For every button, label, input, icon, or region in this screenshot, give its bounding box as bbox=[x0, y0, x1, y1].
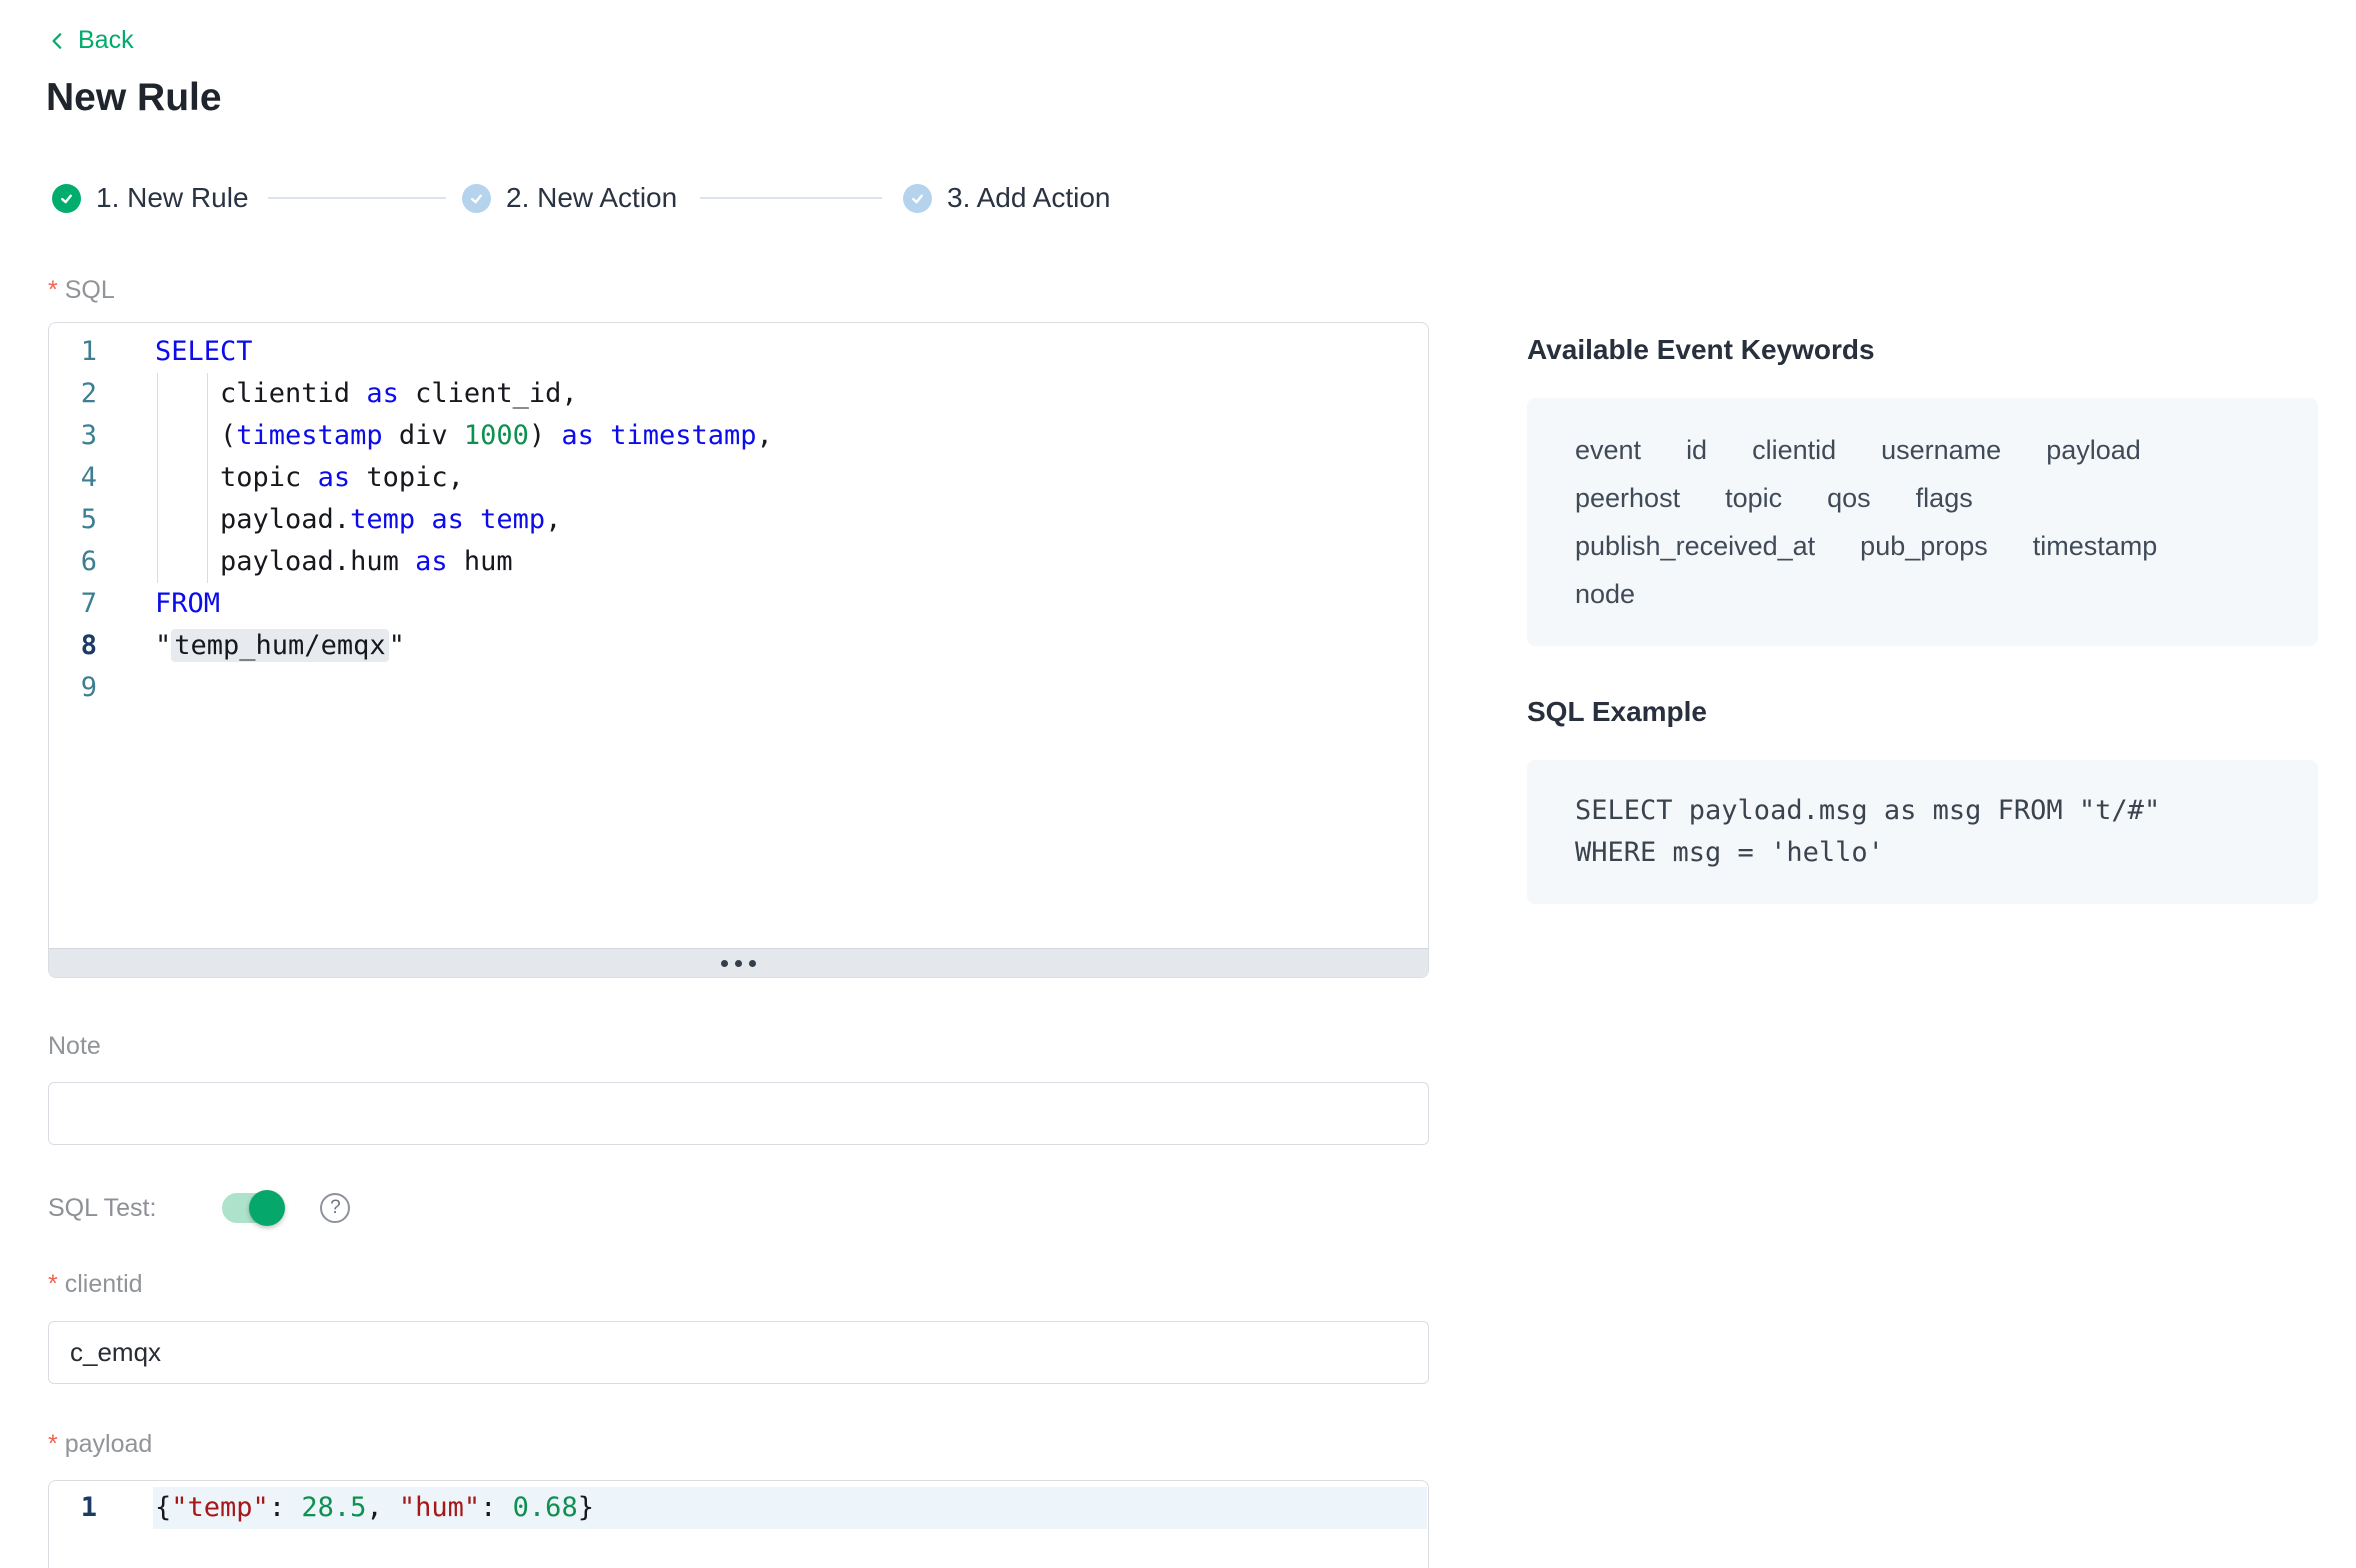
note-input[interactable] bbox=[48, 1082, 1429, 1145]
step-pending-check-icon bbox=[903, 184, 932, 213]
keyword-link-peerhost[interactable]: peerhost bbox=[1575, 474, 1680, 522]
clientid-field-label: * clientid bbox=[48, 1270, 143, 1299]
sql-test-toggle[interactable] bbox=[222, 1193, 284, 1223]
line-number: 8 bbox=[49, 625, 97, 667]
clientid-input[interactable] bbox=[48, 1321, 1429, 1384]
sql-field-label: * SQL bbox=[48, 276, 115, 305]
step-pending-check-icon bbox=[462, 184, 491, 213]
code-line: 4 topic as topic, bbox=[49, 457, 1428, 499]
required-marker: * bbox=[48, 1430, 58, 1459]
payload-code-editor[interactable]: 1{"temp": 28.5, "hum": 0.68} bbox=[48, 1480, 1429, 1568]
line-number: 5 bbox=[49, 499, 97, 541]
step-label: 1. New Rule bbox=[96, 182, 249, 214]
sql-test-label: SQL Test: bbox=[48, 1194, 156, 1223]
code-line: 7FROM bbox=[49, 583, 1428, 625]
keyword-link-username[interactable]: username bbox=[1881, 426, 2001, 474]
sql-example-line: SELECT payload.msg as msg FROM "t/#" bbox=[1575, 790, 2270, 832]
code-line: 3 (timestamp div 1000) as timestamp, bbox=[49, 415, 1428, 457]
required-marker: * bbox=[48, 276, 58, 305]
keyword-link-topic[interactable]: topic bbox=[1725, 474, 1782, 522]
editor-resize-handle[interactable] bbox=[49, 948, 1428, 977]
keyword-link-pub_props[interactable]: pub_props bbox=[1860, 522, 1988, 570]
chevron-left-icon bbox=[48, 31, 68, 51]
code-line: 1SELECT bbox=[49, 331, 1428, 373]
line-number: 9 bbox=[49, 667, 97, 709]
keyword-link-flags[interactable]: flags bbox=[1916, 474, 1973, 522]
step-label: 3. Add Action bbox=[947, 182, 1110, 214]
code-line: 9 bbox=[49, 667, 1428, 709]
line-number: 7 bbox=[49, 583, 97, 625]
keyword-link-event[interactable]: event bbox=[1575, 426, 1641, 474]
code-line: 5 payload.temp as temp, bbox=[49, 499, 1428, 541]
step-complete-check-icon bbox=[52, 184, 81, 213]
keywords-panel-title: Available Event Keywords bbox=[1527, 334, 1875, 366]
back-label: Back bbox=[78, 26, 134, 55]
sql-editor-code-area[interactable]: 1SELECT2 clientid as client_id,3 (timest… bbox=[49, 323, 1428, 950]
sql-example-panel: SELECT payload.msg as msg FROM "t/#"WHER… bbox=[1527, 760, 2318, 904]
keyword-link-clientid[interactable]: clientid bbox=[1752, 426, 1836, 474]
code-line: 8"temp_hum/emqx" bbox=[49, 625, 1428, 667]
resize-dots-icon bbox=[721, 960, 728, 967]
line-number: 1 bbox=[49, 1487, 97, 1529]
help-question-icon[interactable]: ? bbox=[320, 1193, 350, 1223]
page-title: New Rule bbox=[46, 76, 222, 120]
step-new-action: 2. New Action bbox=[462, 182, 677, 214]
line-number: 3 bbox=[49, 415, 97, 457]
required-marker: * bbox=[48, 1270, 58, 1299]
code-line: 1{"temp": 28.5, "hum": 0.68} bbox=[49, 1487, 1428, 1529]
code-line: 2 clientid as client_id, bbox=[49, 373, 1428, 415]
step-add-action: 3. Add Action bbox=[903, 182, 1110, 214]
keyword-link-payload[interactable]: payload bbox=[2046, 426, 2141, 474]
payload-field-label: * payload bbox=[48, 1430, 152, 1459]
line-number: 4 bbox=[49, 457, 97, 499]
back-link[interactable]: Back bbox=[48, 26, 134, 55]
sql-example-title: SQL Example bbox=[1527, 696, 1707, 728]
keyword-link-node[interactable]: node bbox=[1575, 570, 1635, 618]
step-connector bbox=[268, 197, 446, 199]
step-connector bbox=[700, 197, 882, 199]
step-new-rule: 1. New Rule bbox=[52, 182, 249, 214]
sql-code-editor[interactable]: 1SELECT2 clientid as client_id,3 (timest… bbox=[48, 322, 1429, 978]
step-label: 2. New Action bbox=[506, 182, 677, 214]
keyword-link-publish_received_at[interactable]: publish_received_at bbox=[1575, 522, 1815, 570]
sql-example-line: WHERE msg = 'hello' bbox=[1575, 832, 2270, 874]
note-field-label: Note bbox=[48, 1032, 101, 1061]
new-rule-page: Back New Rule 1. New Rule 2. New Action bbox=[0, 0, 2356, 1568]
line-number: 6 bbox=[49, 541, 97, 583]
code-line: 6 payload.hum as hum bbox=[49, 541, 1428, 583]
sql-test-row: SQL Test: ? bbox=[48, 1190, 350, 1226]
keyword-link-timestamp[interactable]: timestamp bbox=[2033, 522, 2158, 570]
line-number: 1 bbox=[49, 331, 97, 373]
keyword-link-qos[interactable]: qos bbox=[1827, 474, 1871, 522]
event-keywords-panel: eventid clientid username payload peerhost to… bbox=[1527, 398, 2318, 646]
line-number: 2 bbox=[49, 373, 97, 415]
keyword-link-id[interactable]: id bbox=[1686, 426, 1707, 474]
